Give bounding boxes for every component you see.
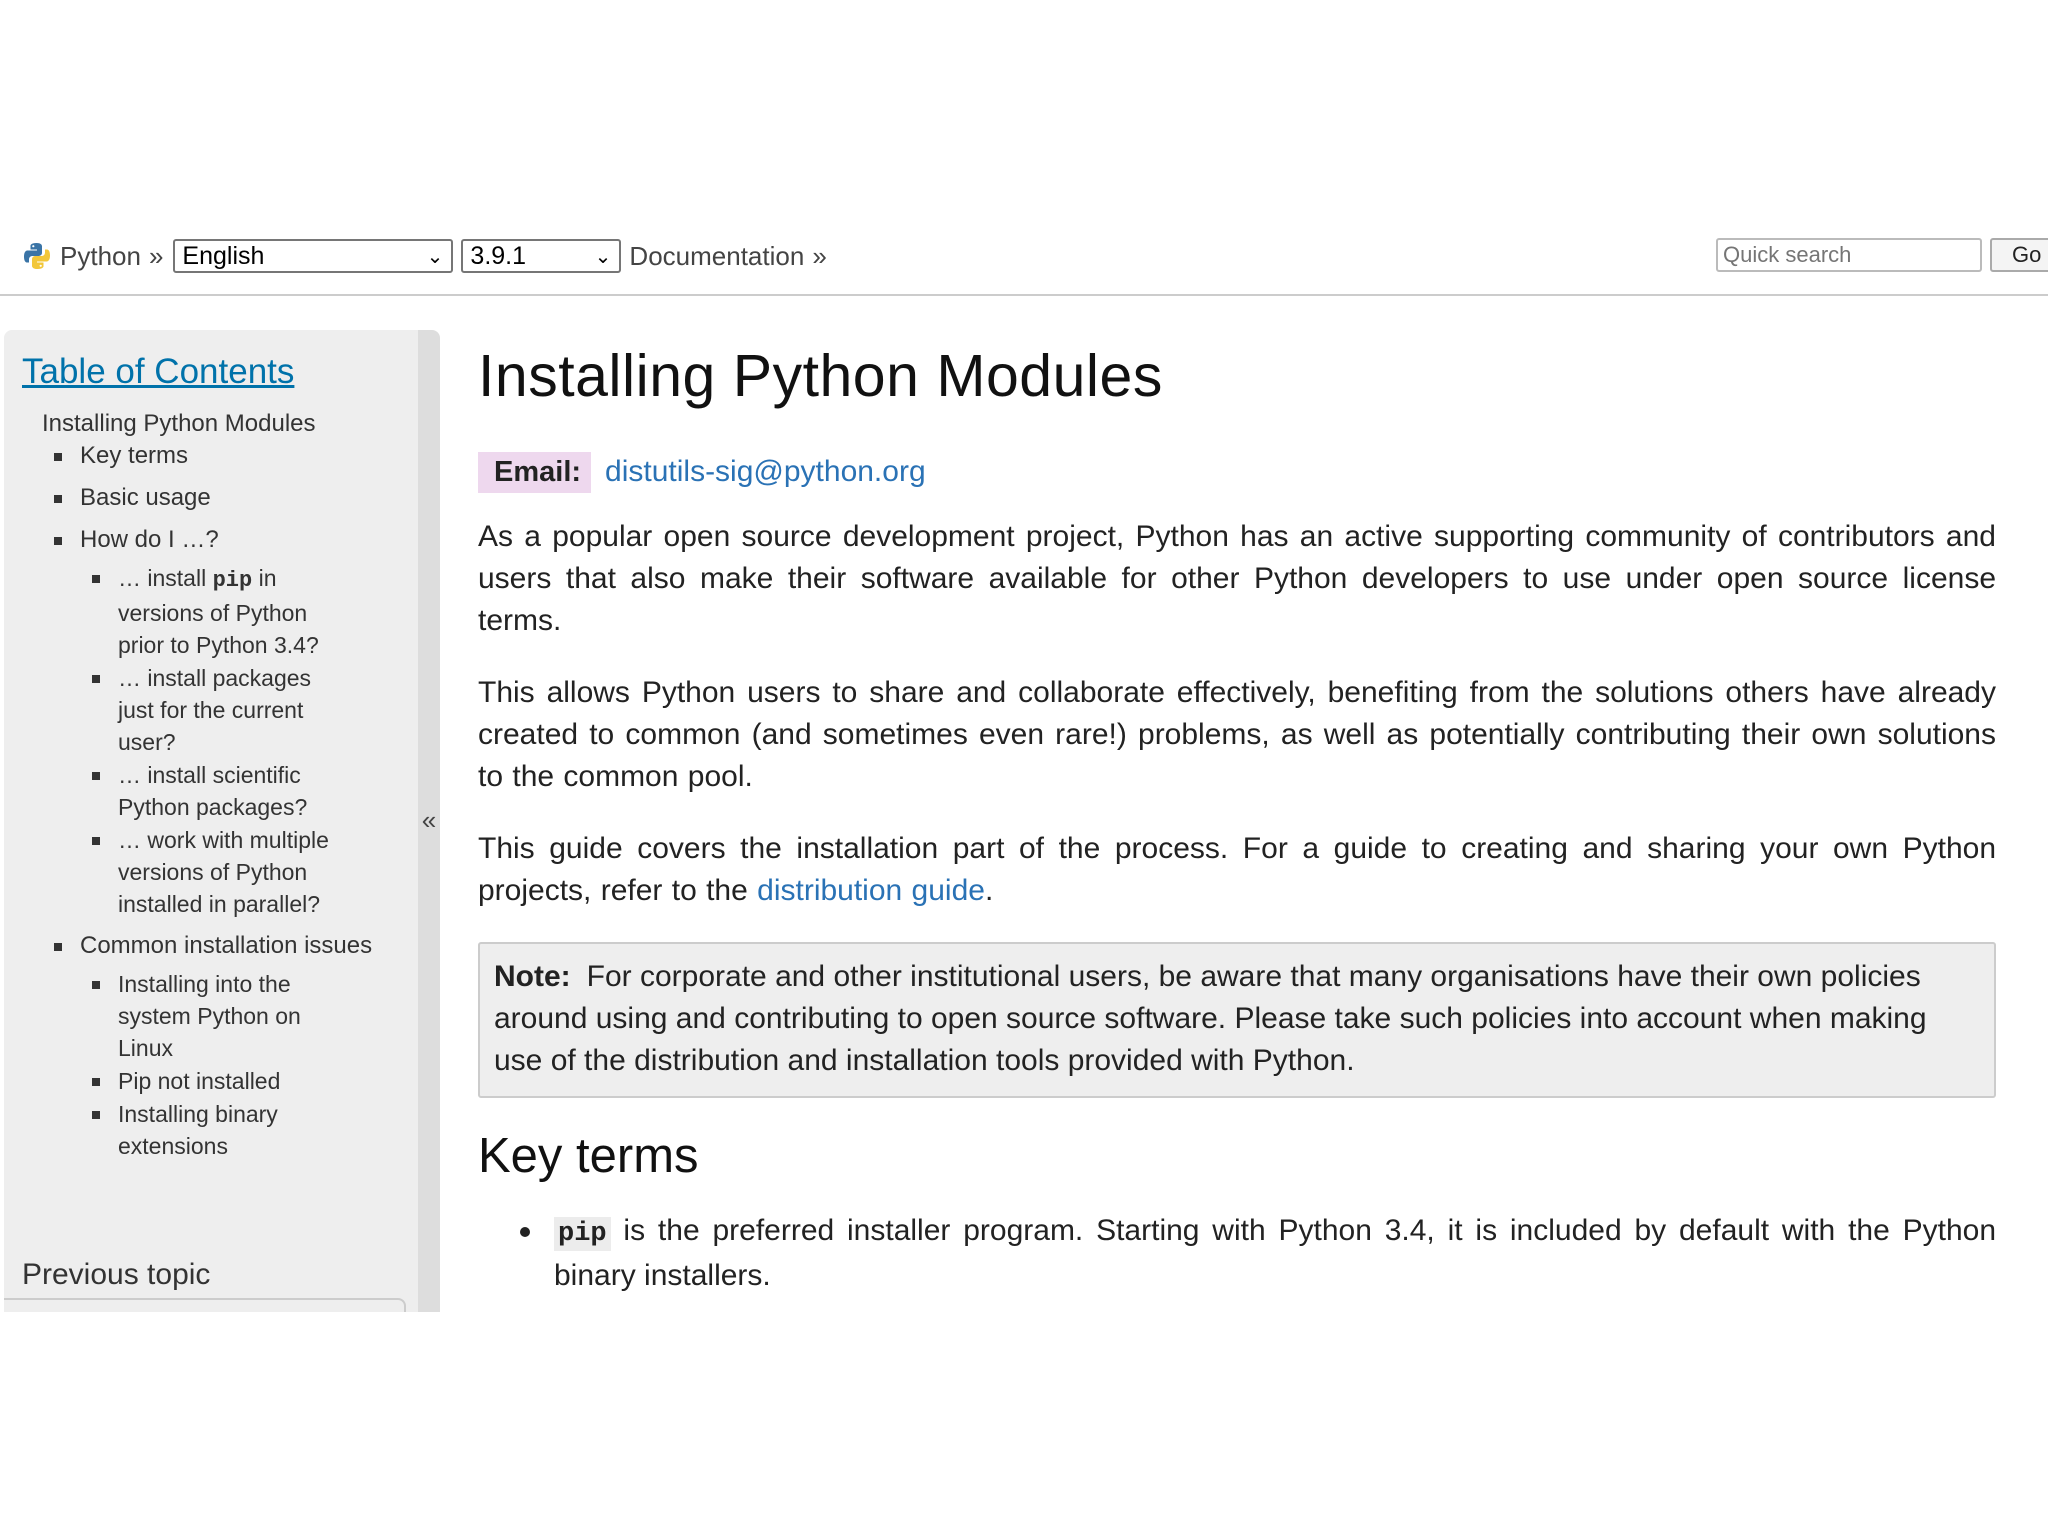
toc-item-label: How do I …? (80, 526, 219, 553)
page-title: Installing Python Modules (478, 343, 1163, 409)
toc-subitem-install-pip[interactable]: … install pip in versions of Python prio… (92, 562, 348, 661)
bullet (92, 981, 100, 989)
key-terms-heading: Key terms (478, 1129, 699, 1183)
bullet (92, 575, 100, 583)
toc-subitem-code: pip (212, 568, 253, 593)
toc-subitem-binary-extensions[interactable]: Installing binary extensions (92, 1098, 348, 1162)
note-admonition: Note: For corporate and other institution… (478, 942, 1996, 1098)
documentation-link[interactable]: Documentation (629, 241, 804, 272)
toc-root-item[interactable]: Installing Python Modules (42, 408, 316, 440)
toc-subitem-system-python[interactable]: Installing into the system Python on Lin… (92, 968, 348, 1064)
bullet (54, 537, 62, 545)
toc-subitem-multiple-versions[interactable]: … work with multiple versions of Python … (92, 824, 348, 920)
intro-paragraph-2: This allows Python users to share and co… (478, 676, 1996, 793)
paragraph-text: This guide covers the installation part … (478, 832, 1996, 907)
related-nav-bar: Python » English ⌄ 3.9.1 ⌄ Documentation… (0, 218, 2048, 296)
toc-title-link[interactable]: Table of Contents (22, 352, 294, 392)
toc-sublist: Installing into the system Python on Lin… (80, 968, 348, 1162)
intro-paragraph-3: This guide covers the installation part … (478, 828, 1996, 912)
bullet (54, 943, 62, 951)
toc-item-key-terms[interactable]: Key terms (54, 440, 410, 472)
paragraph-text: . (984, 874, 994, 907)
toc-subitem-label: Installing binary extensions (118, 1101, 278, 1159)
sidebar: Table of Contents Installing Python Modu… (4, 330, 418, 1312)
toc-item-label: Basic usage (80, 484, 211, 511)
breadcrumb: Python » English ⌄ 3.9.1 ⌄ Documentation… (22, 236, 837, 276)
key-term-item: pip is the preferred installer program. … (520, 1210, 1996, 1297)
intro-paragraph-1: As a popular open source development pro… (478, 520, 1996, 637)
toc-subitem-label: Pip not installed (118, 1068, 281, 1094)
breadcrumb-separator: » (812, 240, 827, 271)
python-logo-icon (24, 243, 50, 269)
toc-subitem-prefix: … install (118, 565, 213, 591)
bullet (92, 1078, 100, 1086)
quick-search-input[interactable] (1716, 238, 1982, 272)
email-label: Email: (478, 451, 592, 493)
version-select-value: 3.9.1 (470, 242, 527, 270)
bullet (92, 837, 100, 845)
bullet (54, 495, 62, 503)
toc-subitem-label: … install scientific Python packages? (118, 762, 308, 820)
email-field-row: Email: distutils-sig@python.org (478, 450, 1996, 494)
bullet (54, 453, 62, 461)
browser-viewport: Python » English ⌄ 3.9.1 ⌄ Documentation… (0, 0, 2048, 1312)
search-go-button[interactable]: Go (1990, 238, 2048, 272)
language-select[interactable]: English ⌄ (173, 239, 454, 273)
chevron-down-icon: ⌄ (426, 246, 444, 268)
pip-code[interactable]: pip (554, 1217, 611, 1251)
toc-item-basic-usage[interactable]: Basic usage (54, 482, 410, 514)
note-text: For corporate and other institutional us… (494, 960, 1927, 1077)
bullet (520, 1227, 530, 1237)
toc-subitem-label: … work with multiple versions of Python … (118, 827, 329, 917)
toc-subitem-install-user[interactable]: … install packages just for the current … (92, 662, 348, 758)
bullet (92, 675, 100, 683)
bullet (92, 1111, 100, 1119)
bullet (92, 772, 100, 780)
toc-item-label: Common installation issues (80, 932, 373, 959)
toc-subitem-label: … install packages just for the current … (118, 665, 312, 755)
version-select[interactable]: 3.9.1 ⌄ (461, 239, 622, 273)
language-select-value: English (182, 242, 265, 270)
toc-item-label: Key terms (80, 442, 189, 469)
previous-topic-heading: Previous topic (22, 1258, 211, 1291)
toc-list: Key terms Basic usage How do I …? … inst… (54, 440, 410, 1172)
document-body: Installing Python Modules Email: distuti… (478, 330, 1996, 1297)
toc-subitem-install-scientific[interactable]: … install scientific Python packages? (92, 759, 348, 823)
key-terms-list: pip is the preferred installer program. … (478, 1210, 1996, 1297)
toc-subitem-label: Installing into the system Python on Lin… (118, 971, 301, 1061)
key-term-text: is the preferred installer program. Star… (554, 1214, 1996, 1292)
python-home-link[interactable]: Python (60, 241, 141, 272)
toc-item-common-issues[interactable]: Common installation issues Installing in… (54, 930, 410, 1162)
previous-topic-box (4, 1298, 406, 1312)
toc-item-how-do-i[interactable]: How do I …? … install pip in versions of… (54, 524, 410, 920)
chevron-down-icon: ⌄ (594, 246, 612, 268)
sidebar-collapse-button[interactable]: « (418, 330, 440, 1312)
collapse-chevron-icon: « (421, 804, 437, 835)
email-link[interactable]: distutils-sig@python.org (605, 455, 926, 489)
toc-subitem-pip-not-installed[interactable]: Pip not installed (92, 1065, 348, 1097)
breadcrumb-separator: » (148, 240, 164, 271)
note-label: Note: (494, 960, 571, 993)
toc-sublist: … install pip in versions of Python prio… (80, 562, 348, 920)
distribution-guide-link[interactable]: distribution guide (757, 874, 985, 907)
